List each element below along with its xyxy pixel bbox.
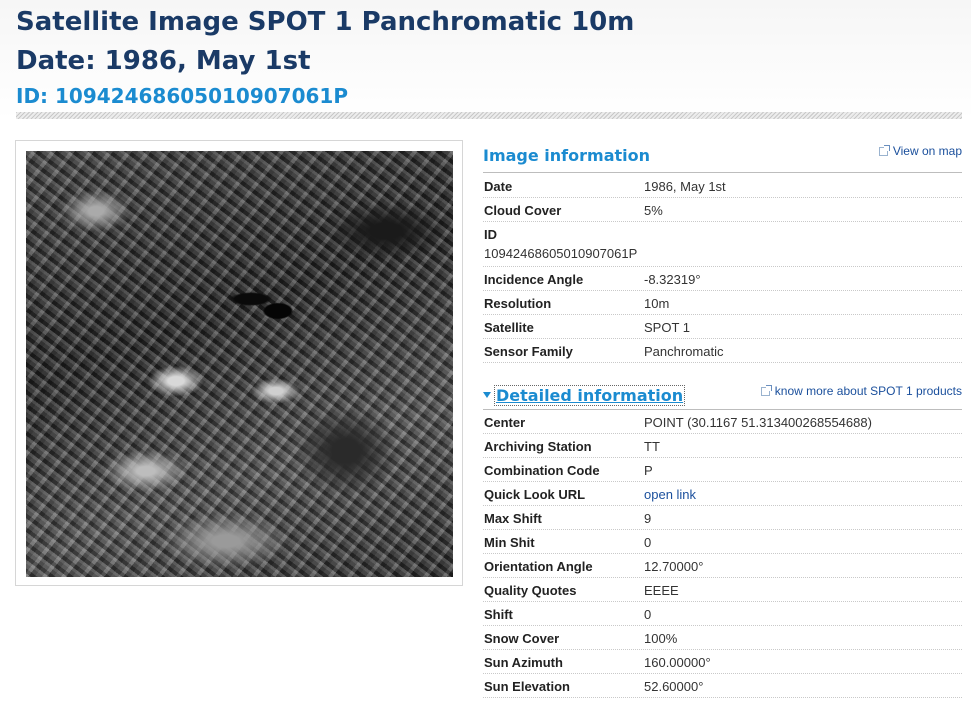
info-row-resolution: Resolution 10m <box>483 291 962 315</box>
info-key: Resolution <box>484 296 552 311</box>
info-key: Sensor Family <box>484 344 573 359</box>
detail-value: 52.60000° <box>644 679 704 694</box>
info-value: -8.32319° <box>644 272 701 287</box>
info-value: 5% <box>644 203 663 218</box>
info-row-date: Date 1986, May 1st <box>483 174 962 198</box>
detail-key: Max Shift <box>484 511 542 526</box>
detailed-information-table: Center POINT (30.1167 51.313400268554688)… <box>483 410 962 698</box>
external-link-icon <box>878 145 890 156</box>
detail-key: Combination Code <box>484 463 600 478</box>
info-key: Incidence Angle <box>484 272 584 287</box>
external-link-icon <box>760 385 772 396</box>
detail-row-center: Center POINT (30.1167 51.313400268554688) <box>483 410 962 434</box>
view-on-map-link[interactable]: View on map <box>878 144 962 158</box>
info-value: Panchromatic <box>644 344 724 359</box>
page-subtitle-date: Date: 1986, May 1st <box>16 46 311 76</box>
know-more-link[interactable]: know more about SPOT 1 products <box>760 384 962 398</box>
info-key: ID <box>484 227 497 242</box>
info-row-id: ID 10942468605010907061P <box>483 222 962 267</box>
info-key: Date <box>484 179 513 194</box>
detail-row-snow-cover: Snow Cover 100% <box>483 626 962 650</box>
info-value: 10942468605010907061P <box>484 246 638 261</box>
detail-key: Sun Elevation <box>484 679 570 694</box>
info-value: 10m <box>644 296 670 311</box>
detail-row-orientation-angle: Orientation Angle 12.70000° <box>483 554 962 578</box>
detail-key: Shift <box>484 607 513 622</box>
detailed-information-toggle[interactable]: Detailed information <box>483 385 686 406</box>
satellite-image[interactable] <box>26 151 453 577</box>
image-preview-frame <box>15 140 463 586</box>
detail-value: 12.70000° <box>644 559 704 574</box>
detail-key: Center <box>484 415 526 430</box>
detail-key: Snow Cover <box>484 631 560 646</box>
info-key: Cloud Cover <box>484 203 562 218</box>
view-on-map-label: View on map <box>892 144 962 158</box>
know-more-label: know more about SPOT 1 products <box>774 384 962 398</box>
info-row-cloud-cover: Cloud Cover 5% <box>483 198 962 222</box>
page-header: Satellite Image SPOT 1 Panchromatic 10m … <box>0 0 971 120</box>
detail-key: Sun Azimuth <box>484 655 563 670</box>
info-value: SPOT 1 <box>644 320 691 335</box>
detailed-information-header: Detailed information know more about SPO… <box>483 380 962 410</box>
detail-row-sun-elevation: Sun Elevation 52.60000° <box>483 674 962 698</box>
info-value: 1986, May 1st <box>644 179 726 194</box>
detail-value: 160.00000° <box>644 655 711 670</box>
detail-key: Quality Quotes <box>484 583 577 598</box>
image-information-title: Image information <box>483 146 650 165</box>
image-information-header: Image information View on map <box>483 140 962 173</box>
detail-row-quick-look-url: Quick Look URL open link <box>483 482 962 506</box>
detail-value: EEEE <box>644 583 679 598</box>
detail-key: Min Shit <box>484 535 535 550</box>
detail-row-min-shift: Min Shit 0 <box>483 530 962 554</box>
open-link[interactable]: open link <box>644 487 696 502</box>
header-divider <box>16 112 962 119</box>
detail-key: Orientation Angle <box>484 559 593 574</box>
detail-row-combination-code: Combination Code P <box>483 458 962 482</box>
info-key: Satellite <box>484 320 534 335</box>
detail-value: 100% <box>644 631 678 646</box>
detail-value: POINT (30.1167 51.313400268554688) <box>644 415 872 430</box>
info-row-incidence-angle: Incidence Angle -8.32319° <box>483 267 962 291</box>
page-title: Satellite Image SPOT 1 Panchromatic 10m <box>16 7 635 37</box>
page-subtitle-id: ID: 10942468605010907061P <box>16 84 348 108</box>
detail-row-max-shift: Max Shift 9 <box>483 506 962 530</box>
caret-down-icon <box>483 391 491 398</box>
detail-row-archiving-station: Archiving Station TT <box>483 434 962 458</box>
detailed-information-title: Detailed information <box>493 385 686 406</box>
detail-value: 0 <box>644 535 652 550</box>
detail-value: TT <box>644 439 660 454</box>
detail-key: Quick Look URL <box>484 487 586 502</box>
image-information-table: Date 1986, May 1st Cloud Cover 5% ID 109424… <box>483 174 962 363</box>
detail-row-shift: Shift 0 <box>483 602 962 626</box>
detail-value: 9 <box>644 511 652 526</box>
info-row-satellite: Satellite SPOT 1 <box>483 315 962 339</box>
detail-key: Archiving Station <box>484 439 592 454</box>
info-row-sensor-family: Sensor Family Panchromatic <box>483 339 962 363</box>
detail-value: 0 <box>644 607 652 622</box>
detail-value: P <box>644 463 653 478</box>
detail-row-quality-quotes: Quality Quotes EEEE <box>483 578 962 602</box>
detail-row-sun-azimuth: Sun Azimuth 160.00000° <box>483 650 962 674</box>
